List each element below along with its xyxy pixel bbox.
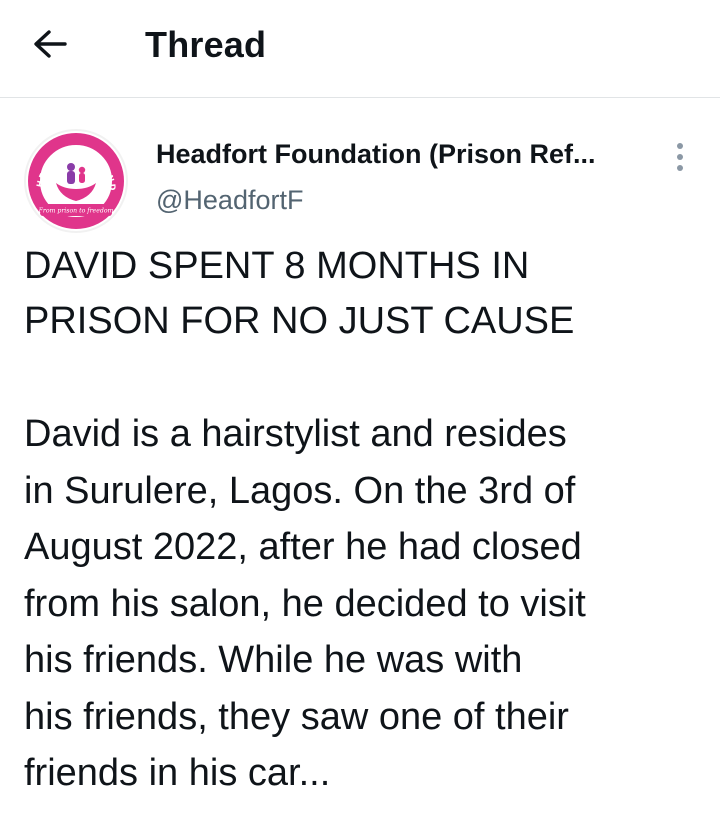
top-bar: Thread (0, 0, 720, 98)
back-button[interactable] (28, 22, 72, 66)
tweet-body-line: from his salon, he decided to visit (24, 582, 586, 625)
more-vertical-icon-dot (677, 154, 683, 160)
svg-text:From prison to freedom: From prison to freedom (38, 208, 114, 215)
tweet-body-line: in Surulere, Lagos. On the 3rd of (24, 469, 576, 512)
tweet-body-line: friends in his car... (24, 752, 331, 794)
author-handle[interactable]: @HeadfortF (156, 185, 303, 216)
author-name[interactable]: Headfort Foundation (Prison Ref... (156, 139, 596, 170)
tweet-body-line: his friends, they saw one of their (24, 695, 569, 738)
tweet-headline: DAVID SPENT 8 MONTHS IN PRISON FOR NO JU… (24, 239, 694, 349)
page-title: Thread (145, 24, 267, 65)
tweet-body-line: August 2022, after he had closed (24, 526, 582, 568)
tweet-headline-line: DAVID SPENT 8 MONTHS IN (24, 245, 530, 287)
more-vertical-icon-dot (677, 165, 683, 171)
tweet-body-line: his friends. While he was with (24, 639, 523, 681)
tweet-body: David is a hairstylist and resides in Su… (24, 406, 704, 802)
tweet-body-line: David is a hairstylist and resides (24, 413, 567, 455)
headfort-foundation-logo: HEADFORT FOUNDATION From prison to freed… (26, 131, 124, 229)
more-vertical-icon (677, 143, 683, 149)
arrow-left-icon (34, 30, 67, 58)
more-options-button[interactable] (664, 139, 696, 175)
avatar[interactable]: HEADFORT FOUNDATION From prison to freed… (24, 129, 128, 233)
tweet-headline-line: PRISON FOR NO JUST CAUSE (24, 300, 575, 342)
